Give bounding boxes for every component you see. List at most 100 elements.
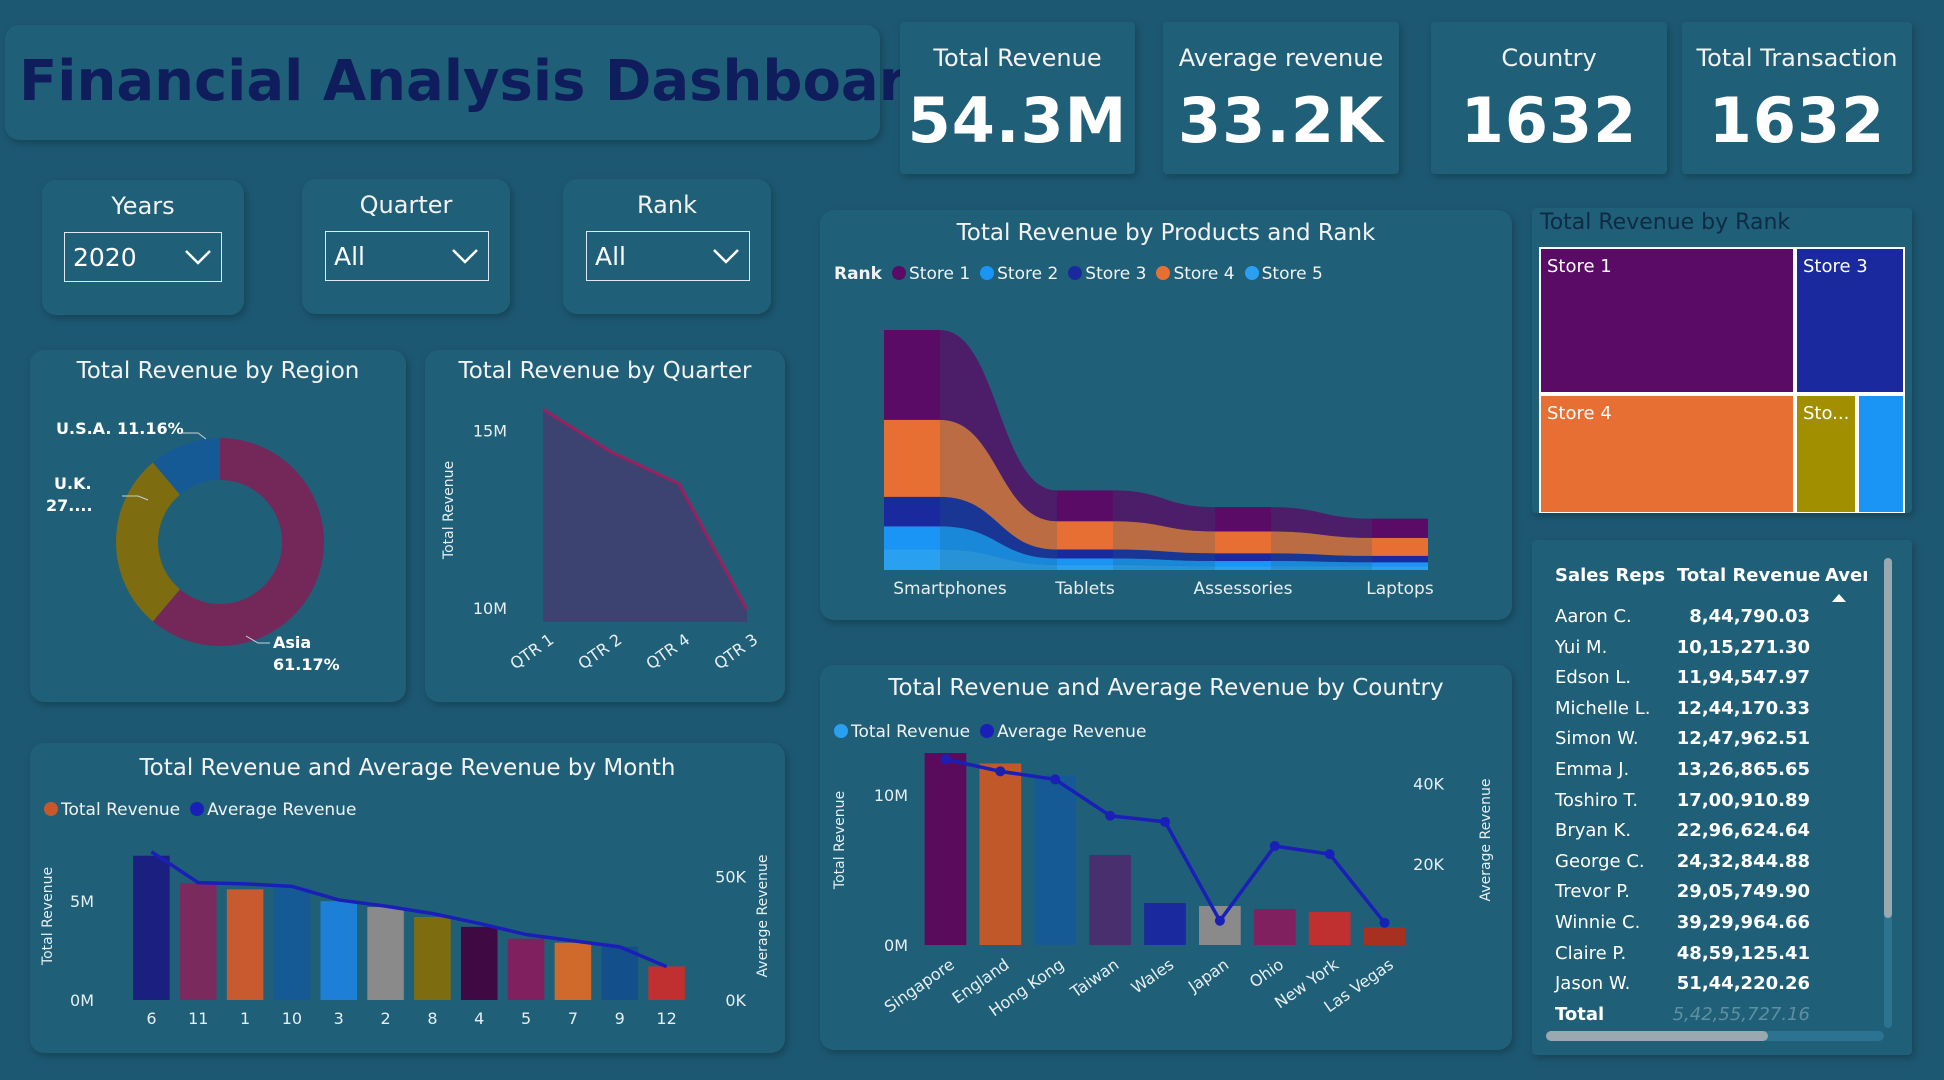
month-chart-card: Total Revenue and Average Revenue by Mon… xyxy=(30,743,785,1053)
dropdown-value: 2020 xyxy=(73,243,137,272)
x-tick-label: Tablets xyxy=(1054,579,1115,599)
ribbon-column-segment xyxy=(884,419,940,497)
column-header-average[interactable]: Averag xyxy=(1825,565,1867,586)
bar xyxy=(979,763,1022,945)
quarter-chart-card: Total Revenue by Quarter 10M 15M Total Rev… xyxy=(425,350,785,702)
table-row[interactable]: Toshiro T. 17,00,910.89 xyxy=(1555,790,1865,820)
table-row[interactable]: Edson L. 11,94,547.97 xyxy=(1555,667,1865,697)
x-tick-label: Japan xyxy=(1184,955,1232,997)
column-header-total-revenue[interactable]: Total Revenue xyxy=(1677,565,1820,586)
leader-line xyxy=(182,432,207,440)
quarter-dropdown[interactable]: All xyxy=(325,231,489,281)
table-row[interactable]: Aaron C. 8,44,790.03 xyxy=(1555,606,1865,636)
x-tick-label: Singapore xyxy=(881,955,958,1017)
slicer-title: Rank xyxy=(637,191,697,219)
average-point xyxy=(1105,810,1116,821)
y2-axis-label: Average Revenue xyxy=(1478,779,1494,902)
kpi-value: 33.2K xyxy=(1177,84,1384,157)
ribbon-column-segment xyxy=(884,496,940,527)
chevron-down-icon xyxy=(185,250,211,265)
table-row[interactable]: George C. 24,32,844.88 xyxy=(1555,851,1865,881)
kpi-label: Total Transaction xyxy=(1696,44,1898,72)
total-label: Total xyxy=(1555,1004,1605,1025)
products-chart-card: Total Revenue by Products and Rank Rank S… xyxy=(820,210,1512,620)
table-row[interactable]: Claire P. 48,59,125.41 xyxy=(1555,943,1865,973)
total-revenue-cell: 11,94,547.97 xyxy=(1676,667,1810,689)
donut-label: 27.... xyxy=(46,496,93,515)
y-axis-label: Total Revenue xyxy=(832,791,848,890)
country-combo-chart: 0M 10M 20K 40K Total Revenue Average Revenue S… xyxy=(832,753,1494,1020)
y-tick-label: 5M xyxy=(70,892,94,911)
average-point xyxy=(1379,917,1390,928)
table-scrollbar-horizontal[interactable] xyxy=(1546,1031,1884,1041)
total-revenue-cell: 48,59,125.41 xyxy=(1676,942,1810,964)
treemap-label: Store 4 xyxy=(1547,403,1612,424)
x-tick-label: Ohio xyxy=(1246,955,1287,992)
table-row[interactable]: Emma J. 13,26,865.65 xyxy=(1555,759,1865,789)
total-revenue-cell: 12,47,962.51 xyxy=(1676,728,1810,750)
sales-rep-name: George C. xyxy=(1555,850,1645,872)
table-row[interactable]: Yui M. 10,15,271.30 xyxy=(1555,637,1865,667)
sales-rep-name: Trevor P. xyxy=(1555,881,1630,903)
sales-rep-name: Toshiro T. xyxy=(1555,789,1639,811)
bar xyxy=(273,887,311,1000)
total-revenue-cell: 39,29,964.66 xyxy=(1676,912,1810,933)
bar xyxy=(414,916,451,1000)
bar xyxy=(1363,927,1406,945)
bar xyxy=(320,901,358,1000)
x-tick-label: QTR 2 xyxy=(574,630,625,674)
bar xyxy=(133,855,170,1000)
bar xyxy=(367,907,404,1000)
ribbon-column-segment xyxy=(1215,531,1271,554)
kpi-label: Country xyxy=(1501,44,1597,72)
scrollbar-thumb[interactable] xyxy=(1884,558,1892,918)
bar xyxy=(179,883,217,1000)
table-row[interactable]: Michelle L. 12,44,170.33 xyxy=(1555,698,1865,728)
sales-rep-name: Yui M. xyxy=(1555,636,1608,658)
column-header-sales-reps[interactable]: Sales Reps xyxy=(1555,565,1665,586)
kpi-label: Total Revenue xyxy=(933,44,1102,72)
slicer-years: Years 2020 xyxy=(42,180,244,315)
ribbon-column-segment xyxy=(1372,518,1428,538)
donut-slice xyxy=(116,462,181,622)
slicer-rank: Rank All xyxy=(563,179,771,314)
page-title: Financial Analysis Dashboard xyxy=(19,49,947,114)
total-value: 5,42,55,727.16 xyxy=(1672,1004,1810,1025)
ribbon-column-segment xyxy=(884,330,940,420)
bar xyxy=(460,926,498,1000)
sales-rep-name: Aaron C. xyxy=(1555,606,1632,627)
kpi-country: Country 1632 xyxy=(1431,22,1667,174)
sort-ascending-icon xyxy=(1832,594,1846,602)
ribbon-column-segment xyxy=(1215,561,1271,567)
total-revenue-cell: 13,26,865.65 xyxy=(1676,759,1810,780)
y-tick-label: 0M xyxy=(884,936,908,955)
y-axis-label: Total Revenue xyxy=(40,867,56,966)
table-row[interactable]: Simon W. 12,47,962.51 xyxy=(1555,728,1865,758)
table-row[interactable]: Jason W. 51,44,220.26 xyxy=(1555,973,1865,1003)
table-row[interactable]: Trevor P. 29,05,749.90 xyxy=(1555,881,1865,911)
table-row[interactable]: Winnie C. 39,29,964.66 xyxy=(1555,912,1865,942)
ribbon-column-segment xyxy=(1215,566,1271,570)
kpi-total-transaction: Total Transaction 1632 xyxy=(1682,22,1912,174)
average-point xyxy=(1324,849,1335,860)
x-tick-label: 8 xyxy=(427,1009,437,1028)
scrollbar-thumb[interactable] xyxy=(1546,1031,1768,1041)
average-point xyxy=(995,766,1006,777)
table-scrollbar-vertical[interactable] xyxy=(1884,558,1892,1028)
ribbon-column-segment xyxy=(1372,562,1428,567)
y2-tick-label: 0K xyxy=(725,991,746,1010)
chevron-down-icon xyxy=(452,249,478,264)
years-dropdown[interactable]: 2020 xyxy=(64,232,222,282)
donut-label: 61.17% xyxy=(273,655,340,674)
ribbon-column-segment xyxy=(1372,537,1428,556)
rank-dropdown[interactable]: All xyxy=(586,231,750,281)
y2-tick-label: 40K xyxy=(1413,774,1444,793)
sales-rep-name: Emma J. xyxy=(1555,759,1630,780)
treemap-label: Store 3 xyxy=(1803,256,1868,277)
rank-treemap-chart: Store 1 Store 3 Store 4 Sto... xyxy=(1539,247,1905,513)
x-tick-label: 4 xyxy=(474,1009,484,1028)
x-tick-label: Laptops xyxy=(1366,579,1434,599)
x-tick-label: QTR 3 xyxy=(710,630,761,674)
table-row[interactable]: Bryan K. 22,96,624.64 xyxy=(1555,820,1865,850)
total-revenue-cell: 10,15,271.30 xyxy=(1676,636,1810,658)
